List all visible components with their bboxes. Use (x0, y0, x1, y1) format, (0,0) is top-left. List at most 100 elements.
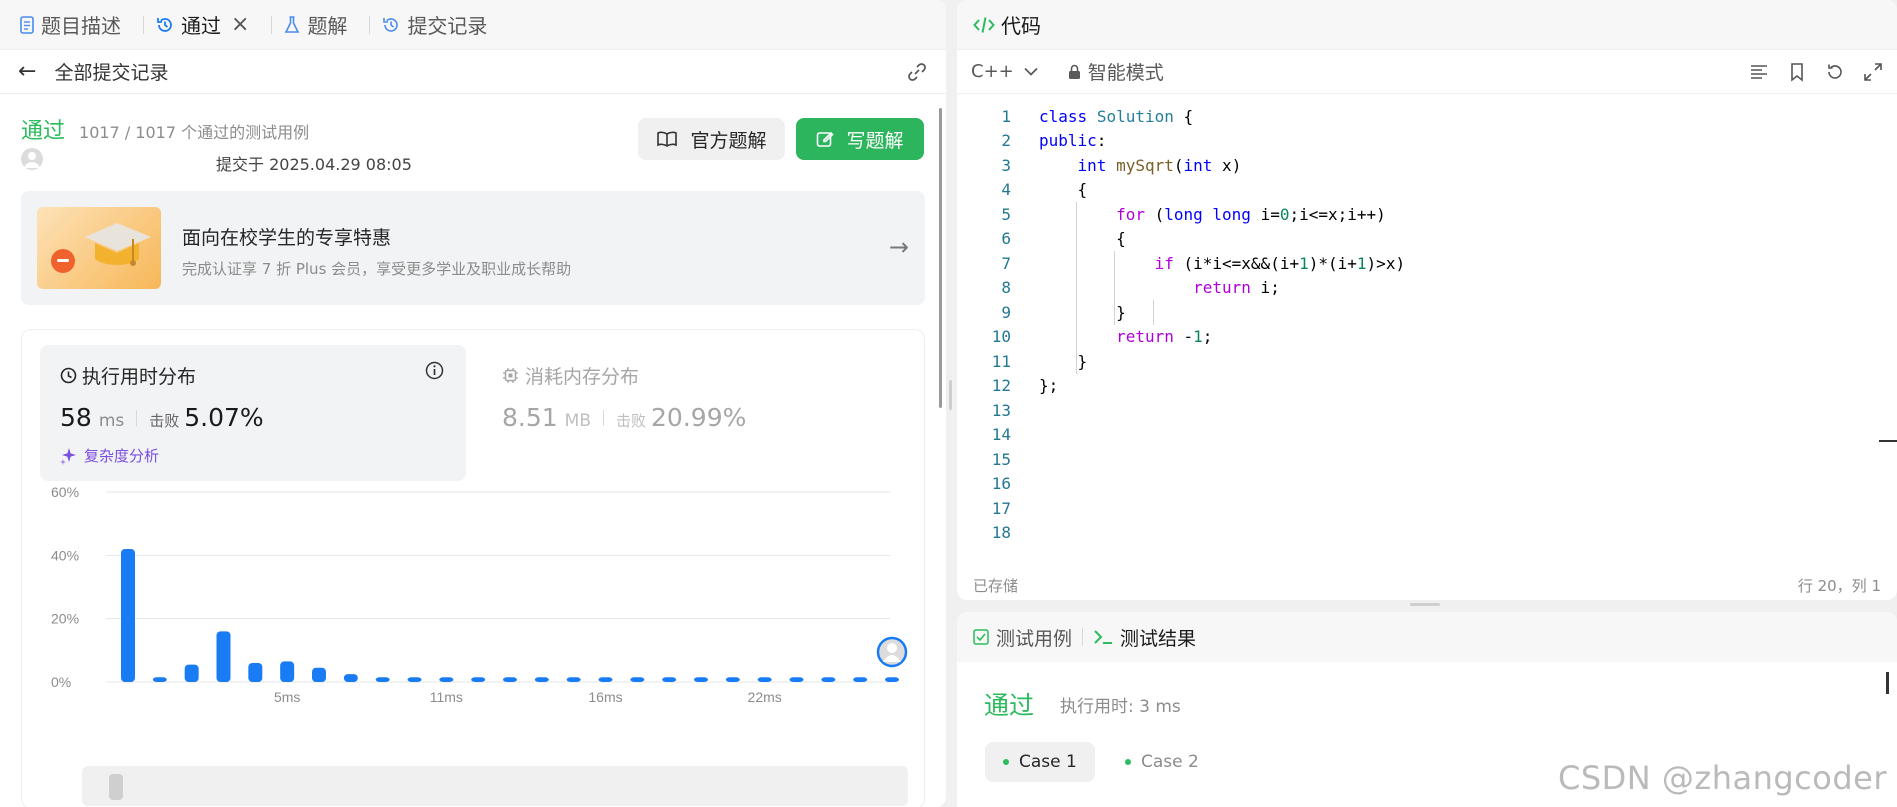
chart-bar[interactable] (375, 677, 390, 682)
tab-submissions[interactable]: 提交记录 (380, 0, 499, 50)
line-number: 10 (991, 327, 1011, 347)
case-label: Case 1 (1019, 752, 1077, 772)
close-icon[interactable]: × (231, 12, 249, 37)
line-number: 5 (1001, 204, 1011, 224)
chart-bar[interactable] (534, 677, 549, 682)
back-arrow-icon[interactable]: ← (18, 59, 36, 84)
chart-bar[interactable] (216, 631, 231, 682)
official-solution-button[interactable]: 官方题解 (638, 118, 785, 160)
code-line[interactable]: 13 (957, 398, 1897, 423)
code-line[interactable]: 8 return i; (957, 276, 1897, 301)
code-line[interactable]: 5 for (long long i=0;i<=x;i++) (957, 202, 1897, 227)
code-line[interactable]: 17 (957, 496, 1897, 521)
runtime-distribution-chart[interactable]: 60% 40% 20% 0% 5ms 11ms 16ms 22ms (22, 480, 926, 720)
line-number: 15 (991, 449, 1011, 469)
reset-icon[interactable] (1825, 62, 1845, 86)
code-line[interactable]: 6 { (957, 227, 1897, 252)
code-line[interactable]: 7 if (i*i<=x&&(i+1)*(i+1)>x) (957, 251, 1897, 276)
code-line[interactable]: 3 int mySqrt(int x) (957, 153, 1897, 178)
chevron-down-icon (1024, 67, 1038, 76)
panel-resize-handle[interactable] (1410, 603, 1440, 606)
code-line[interactable]: 10 return -1; (957, 325, 1897, 350)
info-icon[interactable] (425, 361, 444, 384)
terminal-icon (1093, 629, 1113, 645)
line-number: 9 (1001, 302, 1011, 322)
tab-label: 测试用例 (996, 627, 1073, 650)
smart-mode-toggle[interactable]: 智能模式 (1068, 58, 1164, 85)
runtime-panel[interactable]: 执行用时分布 58 ms 击败 5.07% 复杂度分析 (40, 345, 466, 481)
slider-handle[interactable] (109, 774, 123, 800)
chart-bar[interactable] (853, 677, 868, 682)
chart-bar[interactable] (343, 674, 358, 682)
code-line[interactable]: 18 (957, 521, 1897, 546)
line-number: 1 (1001, 106, 1011, 126)
vertical-scrollbar[interactable] (939, 108, 942, 408)
chart-bar[interactable] (566, 677, 581, 682)
chart-bar[interactable] (598, 677, 613, 682)
chart-bar[interactable] (471, 677, 486, 682)
tab-solutions[interactable]: 题解 (282, 0, 359, 50)
chart-bar[interactable] (152, 677, 167, 682)
chart-range-slider[interactable] (82, 766, 908, 806)
language-select[interactable]: C++ (971, 61, 1038, 82)
chart-bar[interactable] (121, 549, 135, 682)
tab-separator (369, 15, 371, 34)
code-line[interactable]: 15 (957, 447, 1897, 472)
testcase-count: 1017 / 1017 个通过的测试用例 (79, 123, 310, 142)
memory-heading[interactable]: 消耗内存分布 (502, 362, 639, 389)
bookmark-icon[interactable] (1787, 62, 1807, 86)
code-line[interactable]: 14 (957, 423, 1897, 448)
code-text: { (1039, 180, 1088, 200)
code-line[interactable]: 4 { (957, 178, 1897, 203)
complexity-analysis-link[interactable]: 复杂度分析 (60, 445, 159, 466)
avatar[interactable] (21, 148, 43, 170)
tab-description[interactable]: 题目描述 (18, 0, 133, 50)
chart-bar[interactable] (694, 677, 708, 682)
chart-bar[interactable] (407, 677, 422, 682)
chart-bar[interactable] (280, 661, 295, 682)
case-tab-1[interactable]: Case 1 (985, 742, 1095, 782)
chart-bar[interactable] (312, 667, 326, 682)
x-tick-label: 11ms (430, 689, 463, 705)
code-line[interactable]: 2 public: (957, 129, 1897, 154)
chart-bar[interactable] (184, 664, 199, 682)
checkbox-icon (973, 629, 989, 645)
vertical-scrollbar[interactable] (1886, 672, 1889, 694)
chart-bar[interactable] (503, 677, 517, 682)
left-panel: 题目描述 通过 × 题解 提交记录 ← 全部提交记录 通过 1017 / 101… (0, 0, 946, 807)
panel-resize-handle[interactable] (949, 380, 952, 410)
chart-bar[interactable] (248, 663, 263, 682)
beat-label: 击败 (616, 412, 647, 430)
link-icon[interactable] (906, 61, 928, 87)
write-solution-label: 写题解 (846, 129, 904, 152)
tab-accepted[interactable]: 通过 × (154, 0, 261, 50)
arrow-right-icon[interactable]: → (889, 233, 909, 261)
tab-test-cases[interactable]: 测试用例 (973, 624, 1072, 651)
case-tab-2[interactable]: Case 2 (1107, 742, 1217, 782)
test-tabbar: 测试用例 测试结果 (957, 612, 1897, 662)
code-line[interactable]: 16 (957, 472, 1897, 497)
y-tick-label: 20% (51, 611, 79, 627)
code-line[interactable]: 1 class Solution { (957, 104, 1897, 129)
left-tabbar: 题目描述 通过 × 题解 提交记录 (0, 0, 946, 50)
code-line[interactable]: 9 } (957, 300, 1897, 325)
runtime-beat: 5.07% (184, 403, 264, 432)
chart-bar[interactable] (757, 677, 772, 682)
pass-dot (1003, 759, 1009, 765)
pass-dot (1125, 759, 1131, 765)
write-solution-button[interactable]: 写题解 (796, 118, 924, 160)
format-icon[interactable] (1749, 62, 1769, 86)
chart-bar[interactable] (821, 677, 836, 682)
tab-test-result[interactable]: 测试结果 (1093, 624, 1196, 651)
code-editor[interactable]: 1 class Solution {2 public: 3 int mySqrt(in… (957, 104, 1897, 545)
chart-bar[interactable] (630, 677, 645, 682)
expand-icon[interactable] (1863, 62, 1883, 86)
chart-bar[interactable] (789, 677, 804, 682)
chart-bar[interactable] (885, 677, 899, 682)
chart-bar[interactable] (662, 677, 677, 682)
chart-bar[interactable] (439, 677, 454, 682)
code-line[interactable]: 11 } (957, 349, 1897, 374)
code-line[interactable]: 12}; (957, 374, 1897, 399)
student-promo-banner[interactable]: 面向在校学生的专享特惠 完成认证享 7 折 Plus 会员，享受更多学业及职业成… (21, 191, 925, 305)
chart-bar[interactable] (725, 677, 740, 682)
